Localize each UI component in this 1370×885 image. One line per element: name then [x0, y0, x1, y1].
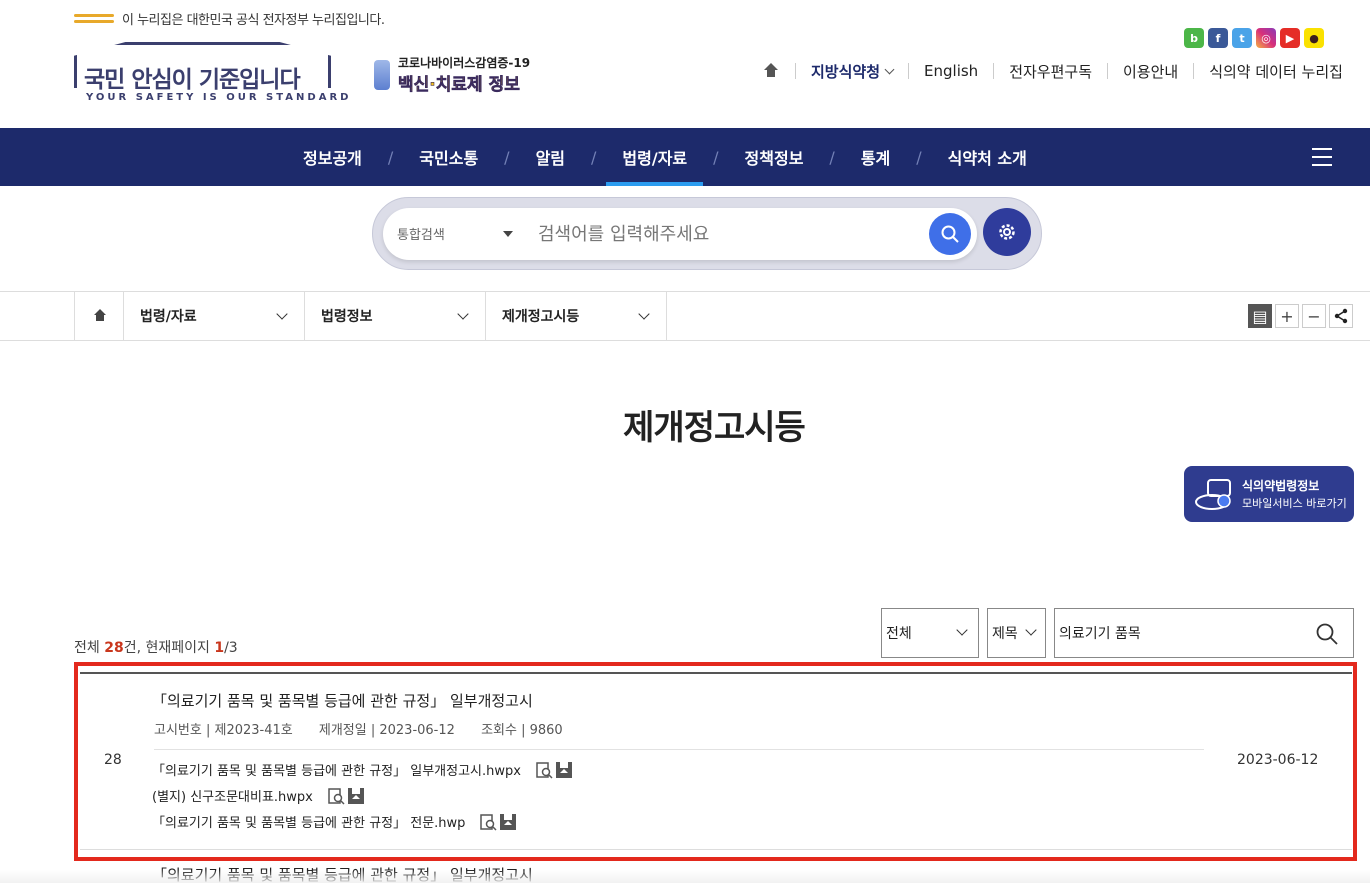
gear-icon — [999, 224, 1015, 240]
mobile-service-icon — [1195, 479, 1231, 510]
search-settings-button[interactable] — [983, 208, 1031, 256]
page-total: /3 — [224, 640, 238, 656]
mobile-banner-line2: 모바일서비스 바로가기 — [1242, 497, 1347, 510]
utility-nav: 지방식약청 English 전자우편구독 이용안내 식의약 데이터 누리집 — [762, 58, 1343, 84]
newsletter-link[interactable]: 전자우편구독 — [1009, 61, 1092, 82]
divider — [795, 63, 796, 79]
gnb-item-communication[interactable]: 국민소통 — [403, 128, 494, 186]
search-icon — [941, 225, 959, 243]
covid-banner-line2: 백신·치료제 정보 — [398, 75, 520, 96]
kakao-icon[interactable]: ● — [1304, 28, 1324, 48]
gnb-item-notice[interactable]: 알림 — [520, 128, 581, 186]
chevron-down-icon — [457, 308, 469, 320]
gnb-item-statistics[interactable]: 통계 — [845, 128, 906, 186]
list-search-value: 의료기기 품목 — [1059, 626, 1141, 642]
page-title: 제개정고시등 — [623, 408, 806, 448]
divider — [993, 63, 995, 79]
gnb-item-about[interactable]: 식약처 소개 — [932, 128, 1043, 186]
gov-notice-text: 이 누리집은 대한민국 공식 전자정부 누리집입니다. — [122, 12, 385, 28]
breadcrumb-label: 제개정고시등 — [502, 309, 580, 325]
gnb-separator: / — [504, 147, 510, 167]
chevron-down-icon — [276, 308, 288, 320]
chevron-down-icon — [638, 308, 650, 320]
breadcrumb-home[interactable] — [74, 292, 124, 340]
gnb-item-info-disclosure[interactable]: 정보공개 — [287, 128, 378, 186]
caret-down-icon — [503, 231, 513, 237]
gnb-separator: / — [916, 147, 922, 167]
breadcrumb-level3[interactable]: 제개정고시등 — [486, 292, 667, 340]
field-select-value: 제목 — [992, 626, 1018, 642]
home-icon — [94, 309, 106, 321]
gnb-separator: / — [713, 147, 719, 167]
breadcrumb-level2[interactable]: 법령정보 — [305, 292, 486, 340]
local-office-label: 지방식약청 — [811, 62, 881, 81]
youtube-icon[interactable]: ▶ — [1280, 28, 1300, 48]
gnb-item-policy[interactable]: 정책정보 — [729, 128, 820, 186]
field-select[interactable]: 제목 — [987, 608, 1046, 658]
search-icon[interactable] — [1315, 622, 1339, 646]
breadcrumb-label: 법령정보 — [321, 309, 373, 325]
menu-icon[interactable] — [1312, 148, 1332, 166]
vaccine-vial-icon — [374, 60, 390, 90]
search-input[interactable] — [538, 220, 918, 248]
gnb-separator: / — [829, 147, 835, 167]
search-button[interactable] — [929, 213, 971, 255]
gnb-separator: / — [591, 147, 597, 167]
covid-vaccine-banner[interactable]: 코로나바이러스감염증-19 백신·치료제 정보 — [374, 54, 534, 96]
instagram-icon[interactable]: ◎ — [1256, 28, 1276, 48]
social-links: b f t ◎ ▶ ● — [1184, 28, 1324, 48]
blog-icon[interactable]: b — [1184, 28, 1204, 48]
current-page: 1 — [214, 640, 225, 656]
site-logo[interactable]: 국민 안심이 기준입니다 YOUR SAFETY IS OUR STANDARD — [74, 42, 348, 106]
home-icon[interactable] — [762, 62, 780, 80]
breadcrumb-level1[interactable]: 법령/자료 — [124, 292, 305, 340]
egov-logo-icon — [74, 11, 116, 25]
facebook-icon[interactable]: f — [1208, 28, 1228, 48]
gnb-item-laws[interactable]: 법령/자료 — [606, 128, 703, 186]
breadcrumb-label: 법령/자료 — [140, 309, 197, 325]
global-search: 통합검색 — [372, 197, 1042, 270]
main-nav: 정보공개 / 국민소통 / 알림 / 법령/자료 / 정책정보 / 통계 / 식… — [0, 128, 1370, 186]
gov-notice-bar: 이 누리집은 대한민국 공식 전자정부 누리집입니다. — [74, 8, 385, 28]
share-icon[interactable] — [1329, 304, 1353, 328]
total-count: 28 — [104, 640, 124, 656]
mobile-service-button[interactable]: 식의약법령정보 모바일서비스 바로가기 — [1184, 466, 1354, 522]
local-office-dropdown[interactable]: 지방식약청 — [811, 61, 895, 82]
gnb-separator: / — [387, 147, 394, 167]
logo-sub-text: YOUR SAFETY IS OUR STANDARD — [86, 92, 352, 103]
english-link[interactable]: English — [924, 62, 978, 80]
mobile-banner-line1: 식의약법령정보 — [1242, 479, 1320, 493]
data-portal-link[interactable]: 식의약 데이터 누리집 — [1209, 61, 1343, 82]
divider — [1193, 63, 1195, 79]
zoom-out-icon[interactable]: − — [1302, 304, 1326, 328]
breadcrumb: 법령/자료 법령정보 제개정고시등 ▤ + − — [0, 291, 1370, 341]
divider — [1107, 63, 1108, 79]
page-tools: ▤ + − — [1248, 304, 1353, 328]
divider — [908, 63, 910, 79]
search-scope-select[interactable]: 통합검색 — [397, 224, 445, 243]
count-mid: 건, 현재페이지 — [123, 640, 215, 656]
result-count: 전체 28건, 현재페이지 1/3 — [74, 637, 238, 657]
search-box: 통합검색 — [383, 208, 977, 260]
logo-main-text: 국민 안심이 기준입니다 — [84, 67, 301, 93]
covid-banner-line1: 코로나바이러스감염증-19 — [398, 56, 531, 70]
guide-link[interactable]: 이용안내 — [1123, 61, 1178, 82]
chevron-down-icon — [884, 64, 895, 74]
selection-highlight — [74, 662, 1357, 861]
bottom-fade — [0, 870, 1370, 883]
category-select-value: 전체 — [886, 626, 912, 642]
zoom-in-icon[interactable]: + — [1275, 304, 1299, 328]
chevron-down-icon — [956, 624, 968, 636]
chevron-down-icon — [1025, 624, 1037, 636]
count-prefix: 전체 — [74, 640, 105, 656]
twitter-icon[interactable]: t — [1232, 28, 1252, 48]
list-search-field[interactable]: 의료기기 품목 — [1054, 608, 1354, 658]
category-select[interactable]: 전체 — [881, 608, 979, 658]
print-icon[interactable]: ▤ — [1248, 304, 1272, 328]
